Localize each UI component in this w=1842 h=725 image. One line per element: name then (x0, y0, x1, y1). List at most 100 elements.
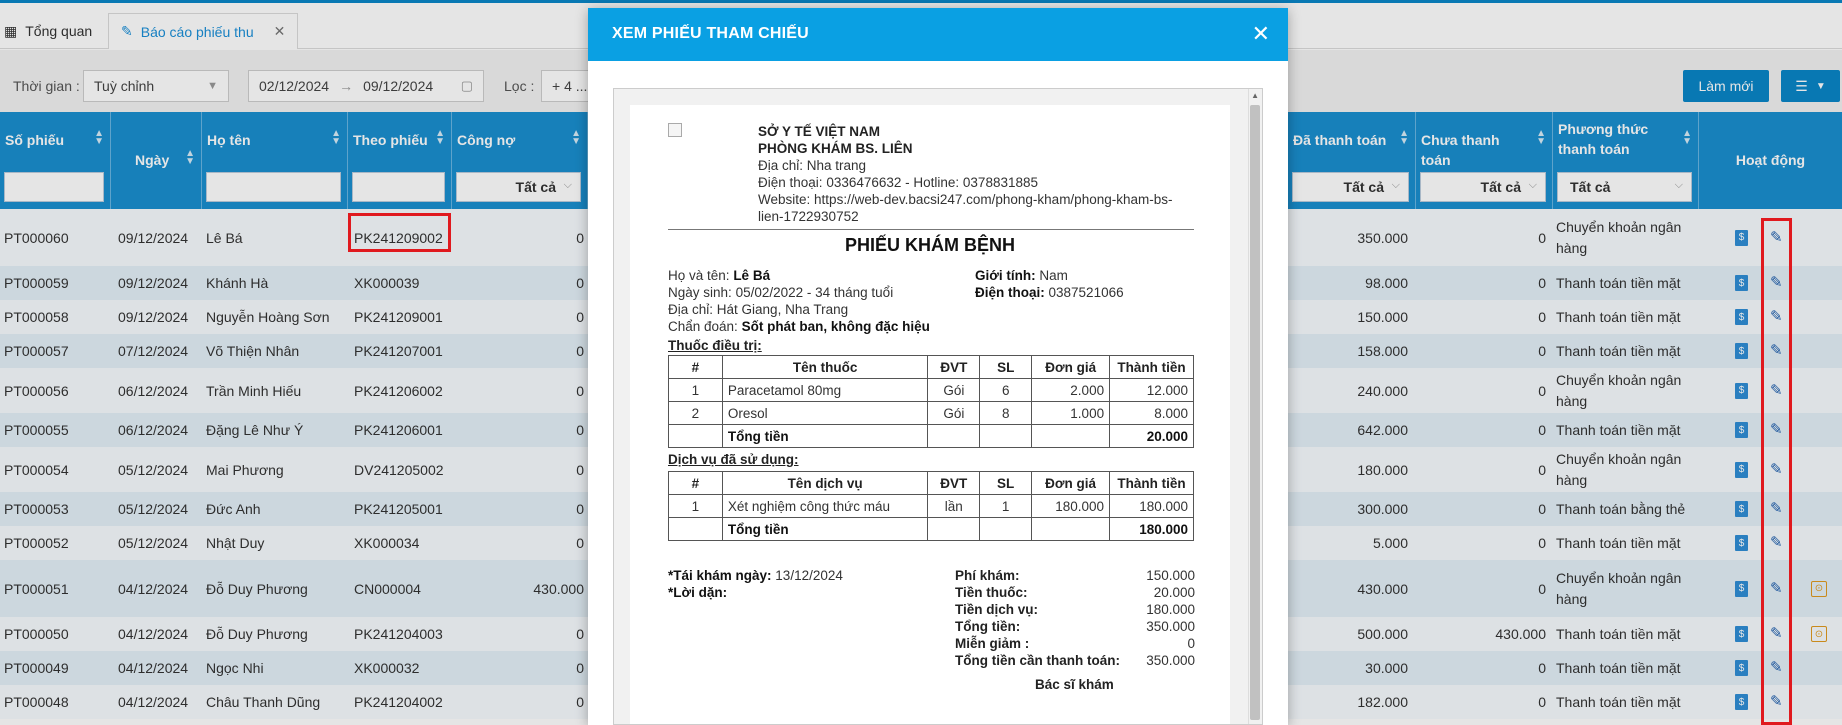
summary-label: Tổng tiền: (955, 619, 1021, 634)
table-cell: lần (927, 494, 981, 518)
patient-info: Họ và tên: Lê Bá Ngày sinh: 05/02/2022 -… (668, 267, 930, 335)
close-icon[interactable]: ✕ (1252, 23, 1270, 45)
table-cell: 1 (979, 494, 1033, 518)
table-cell: Gói (927, 378, 981, 402)
table-head-cell: ĐVT (927, 471, 981, 495)
table-cell: Paracetamol 80mg (721, 378, 929, 402)
table-cell (979, 424, 1033, 448)
clinic-dept: SỞ Y TẾ VIỆT NAM (758, 124, 881, 139)
document-title: PHIẾU KHÁM BỆNH (844, 235, 1015, 255)
table-total-row: Tổng tiền 20.000 (668, 424, 1194, 448)
table-row: 2 Oresol Gói 8 1.000 8.000 (668, 401, 1194, 425)
table-head-cell: Đơn giá (1031, 355, 1111, 379)
table-head-cell: Tên thuốc (721, 355, 929, 379)
table-head-cell: # (668, 355, 723, 379)
summary-value: 150.000 (1146, 568, 1195, 583)
payment-summary: Phí khám: 150.000 Tiền thuốc: 20.000 Tiền dị… (955, 567, 1195, 669)
table-cell: 180.000 (1109, 517, 1194, 541)
label: Địa chỉ: (668, 302, 714, 317)
table-head-cell: SL (979, 355, 1033, 379)
summary-value: 0 (1187, 636, 1195, 651)
table-cell: 2 (668, 401, 723, 425)
highlight-box-actions (1761, 218, 1792, 725)
summary-label: Miễn giảm : (955, 636, 1030, 651)
label: Chẩn đoán: (668, 319, 738, 334)
patient-info-right: Giới tính: Nam Điện thoại: 0387521066 (975, 267, 1124, 301)
table-cell: 8.000 (1109, 401, 1194, 425)
patient-name: Lê Bá (733, 268, 771, 283)
table-cell: 180.000 (1109, 494, 1194, 518)
label: *Tái khám ngày: (668, 568, 772, 583)
table-cell (927, 424, 981, 448)
table-row: 1 Paracetamol 80mg Gói 6 2.000 12.000 (668, 378, 1194, 402)
receipt-document: SỞ Y TẾ VIỆT NAM PHÒNG KHÁM BS. LIÊN Địa… (630, 105, 1230, 724)
patient-address: Hát Giang, Nha Trang (716, 302, 849, 317)
scroll-up-icon[interactable]: ▲ (1251, 91, 1259, 100)
summary-line: Tổng tiền: 350.000 (955, 618, 1195, 635)
table-cell (979, 517, 1033, 541)
clinic-logo-broken-image-icon (668, 123, 682, 137)
label: Website: (758, 192, 811, 207)
table-cell: Xét nghiệm công thức máu (721, 494, 929, 518)
summary-value: 350.000 (1146, 619, 1195, 634)
divider (668, 229, 1194, 230)
summary-line: Tiền dịch vụ: 180.000 (955, 601, 1195, 618)
table-cell: Tổng tiền (721, 517, 929, 541)
table-cell (668, 424, 723, 448)
value: 0336476632 - Hotline: 0378831885 (826, 175, 1038, 190)
reexam-date: 13/12/2024 (775, 568, 843, 583)
summary-label: Tổng tiền cần thanh toán: (955, 653, 1120, 668)
summary-line: Tiền thuốc: 20.000 (955, 584, 1195, 601)
summary-label: Tiền dịch vụ: (955, 602, 1039, 617)
drugs-table: # Tên thuốc ĐVT SL Đơn giá Thành tiền 1 Parace… (668, 355, 1194, 448)
label: Điện thoại: (975, 285, 1045, 300)
patient-phone: 0387521066 (1048, 285, 1124, 300)
summary-value: 180.000 (1146, 602, 1195, 617)
summary-line: Miễn giảm : 0 (955, 635, 1195, 652)
clinic-address: Địa chỉ: Nha trang (758, 157, 1172, 174)
table-row: 1 Xét nghiệm công thức máu lần 1 180.000 180.… (668, 494, 1194, 518)
document-viewer[interactable]: ▲ SỞ Y TẾ VIỆT NAM PHÒNG KHÁM BS. LIÊN Đ… (613, 88, 1263, 725)
table-cell: Gói (927, 401, 981, 425)
table-head-cell: # (668, 471, 723, 495)
table-total-row: Tổng tiền 180.000 (668, 517, 1194, 541)
summary-value: 20.000 (1153, 585, 1195, 600)
clinic-phone: Điện thoại: 0336476632 - Hotline: 037883… (758, 174, 1172, 191)
advice-label: *Lời dặn: (668, 585, 728, 600)
table-cell: Oresol (721, 401, 929, 425)
table-head-cell: Đơn giá (1031, 471, 1111, 495)
table-cell: 20.000 (1109, 424, 1194, 448)
services-table: # Tên dịch vụ ĐVT SL Đơn giá Thành tiền 1 Xét … (668, 471, 1194, 541)
patient-dob: 05/02/2022 - 34 tháng tuổi (735, 285, 894, 300)
modal-title: XEM PHIẾU THAM CHIẾU (612, 25, 809, 42)
table-head-cell: ĐVT (927, 355, 981, 379)
modal-header: XEM PHIẾU THAM CHIẾU ✕ (588, 8, 1288, 61)
table-cell: 8 (979, 401, 1033, 425)
summary-line: Phí khám: 150.000 (955, 567, 1195, 584)
table-cell: 6 (979, 378, 1033, 402)
table-head-cell: Thành tiền (1109, 471, 1194, 495)
scrollbar-thumb[interactable] (1250, 105, 1260, 720)
summary-label: Phí khám: (955, 568, 1020, 583)
label: Giới tính: (975, 268, 1036, 283)
label: Ngày sinh: (668, 285, 732, 300)
clinic-website-cont: lien-1722930752 (758, 209, 859, 224)
highlight-box-theo-phieu (348, 213, 451, 252)
summary-label: Tiền thuốc: (955, 585, 1028, 600)
clinic-website: Website: https://web-dev.bacsi247.com/ph… (758, 191, 1172, 208)
table-cell: 2.000 (1031, 378, 1111, 402)
table-cell: 180.000 (1031, 494, 1111, 518)
table-cell: 1 (668, 494, 723, 518)
reexam-info: *Tái khám ngày: 13/12/2024 *Lời dặn: (668, 567, 843, 601)
patient-sex: Nam (1039, 268, 1068, 283)
table-cell: 12.000 (1109, 378, 1194, 402)
table-cell: 1 (668, 378, 723, 402)
value: https://web-dev.bacsi247.com/phong-kham/… (814, 192, 1173, 207)
label: Họ và tên: (668, 268, 730, 283)
doctor-signature-label: Bác sĩ khám (1035, 677, 1114, 692)
table-cell (1031, 424, 1111, 448)
scrollbar[interactable]: ▲ (1248, 89, 1262, 724)
table-cell (1031, 517, 1111, 541)
label: Địa chỉ: (758, 158, 804, 173)
drugs-section-title: Thuốc điều trị: (668, 338, 762, 353)
